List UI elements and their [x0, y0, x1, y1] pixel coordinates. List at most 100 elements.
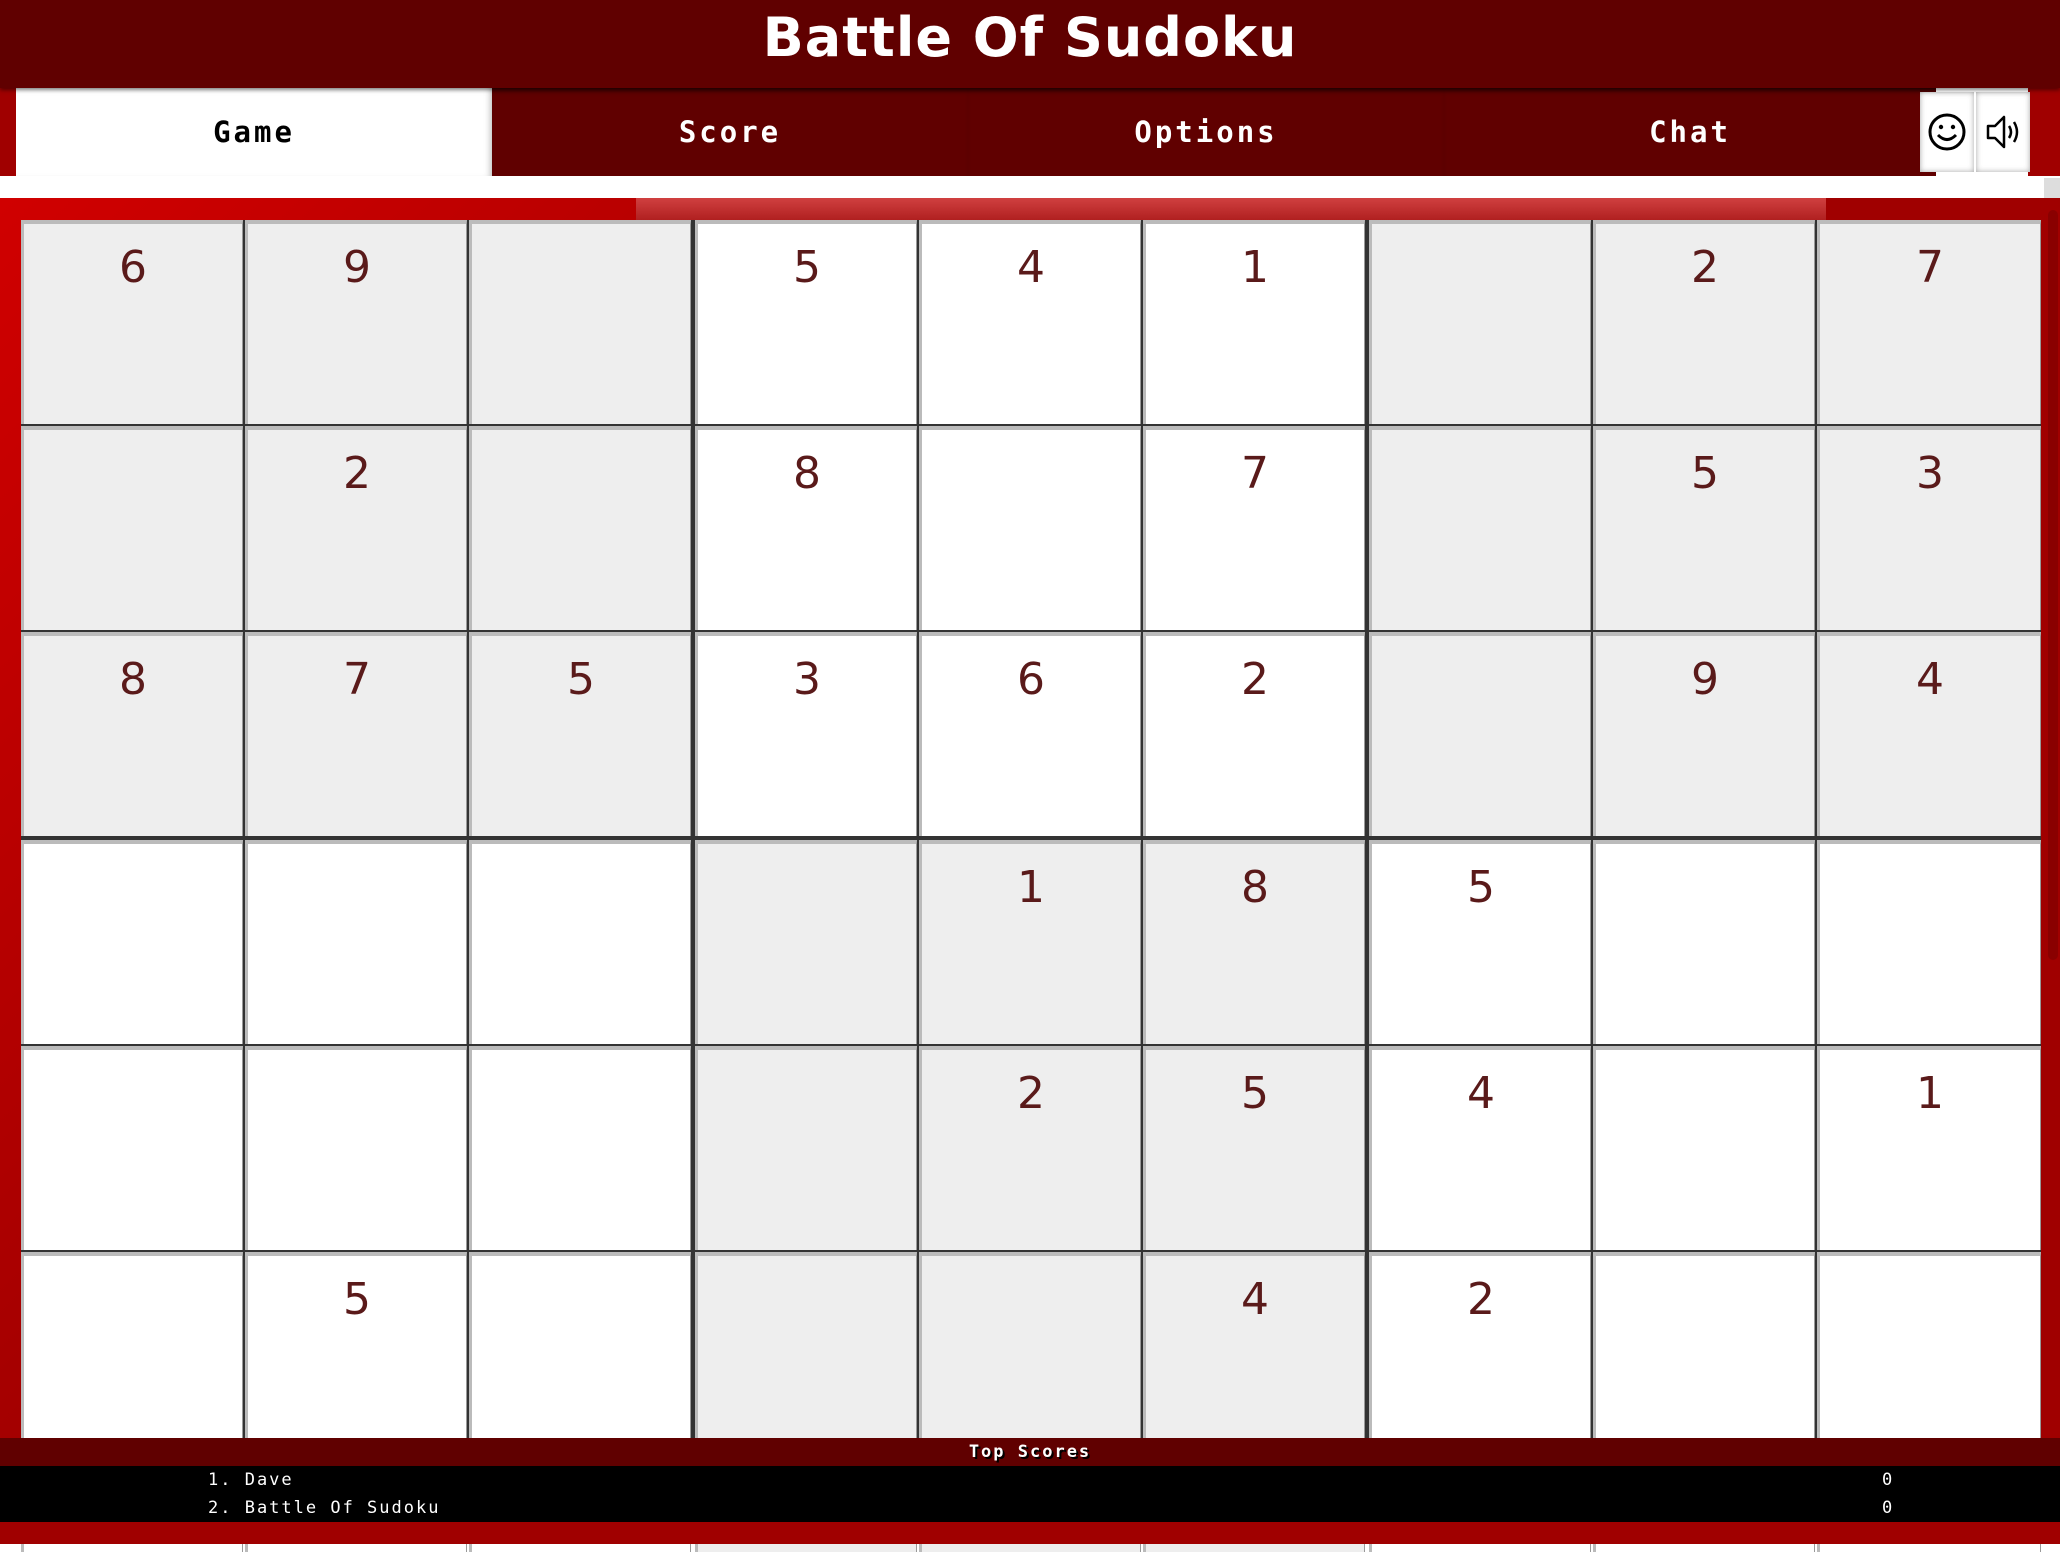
cell-digit: 7	[1241, 448, 1269, 499]
score-value: 0	[1882, 1470, 1895, 1490]
speaker-icon	[1986, 115, 2019, 149]
tab-bar: Game Score Options Chat	[16, 88, 2030, 176]
sudoku-cell[interactable]: 4	[1369, 1046, 1591, 1250]
sudoku-cell[interactable]: 5	[1369, 840, 1591, 1044]
tab-score[interactable]: Score	[492, 88, 968, 176]
sudoku-cell[interactable]: 8	[695, 426, 917, 630]
top-scores-header: Top Scores	[0, 1438, 2060, 1466]
frame-edge-left	[0, 88, 16, 176]
cell-digit: 6	[119, 242, 147, 293]
sudoku-cell[interactable]: 3	[1817, 426, 2041, 630]
sudoku-cell[interactable]: 2	[919, 1046, 1141, 1250]
sudoku-cell[interactable]	[1817, 840, 2041, 1044]
smiley-icon	[1928, 113, 1966, 151]
cell-digit: 9	[343, 242, 371, 293]
sudoku-cell[interactable]: 8	[21, 632, 243, 836]
cell-digit: 1	[1017, 862, 1045, 913]
cell-digit: 2	[1691, 242, 1719, 293]
sudoku-cell[interactable]: 5	[695, 220, 917, 424]
cell-digit: 2	[343, 448, 371, 499]
cell-digit: 9	[1691, 654, 1719, 705]
sudoku-cell[interactable]	[21, 426, 243, 630]
sudoku-cell[interactable]	[245, 1046, 467, 1250]
app-title: Battle Of Sudoku	[762, 6, 1298, 69]
sudoku-cell[interactable]: 3	[695, 632, 917, 836]
cell-digit: 5	[1241, 1068, 1269, 1119]
score-player-name: 1. Dave	[208, 1470, 294, 1490]
sudoku-cell[interactable]	[21, 1046, 243, 1250]
sudoku-cell[interactable]	[469, 426, 691, 630]
sudoku-cell[interactable]	[1369, 426, 1591, 630]
sudoku-cell[interactable]	[1593, 1046, 1815, 1250]
cell-digit: 6	[1017, 654, 1045, 705]
cell-digit: 4	[1916, 654, 1944, 705]
cell-digit: 7	[343, 654, 371, 705]
sudoku-cell[interactable]: 1	[919, 840, 1141, 1044]
sudoku-cell[interactable]	[695, 840, 917, 1044]
tab-chat[interactable]: Chat	[1444, 88, 1936, 176]
sudoku-cell[interactable]: 5	[1593, 426, 1815, 630]
sudoku-cell[interactable]: 7	[245, 632, 467, 836]
cell-digit: 8	[1241, 862, 1269, 913]
cell-digit: 1	[1241, 242, 1269, 293]
sudoku-cell[interactable]: 9	[245, 220, 467, 424]
cell-digit: 8	[793, 448, 821, 499]
cell-digit: 5	[1467, 862, 1495, 913]
score-value: 0	[1882, 1498, 1895, 1518]
sudoku-cell[interactable]	[1369, 632, 1591, 836]
cell-digit: 4	[1017, 242, 1045, 293]
tab-game[interactable]: Game	[16, 88, 492, 176]
frame-edge-right	[2028, 88, 2060, 176]
sudoku-cell[interactable]	[21, 840, 243, 1044]
sudoku-cell[interactable]: 1	[1143, 220, 1365, 424]
cell-digit: 8	[119, 654, 147, 705]
score-row: 1. Dave 0	[0, 1466, 2060, 1494]
score-player-name: 2. Battle Of Sudoku	[208, 1498, 441, 1518]
sudoku-grid: 695412728753875362941852541542	[21, 220, 2041, 1552]
cell-digit: 2	[1241, 654, 1269, 705]
sudoku-cell[interactable]: 5	[469, 632, 691, 836]
sudoku-cell[interactable]	[469, 1046, 691, 1250]
cell-digit: 5	[567, 654, 595, 705]
emoji-button[interactable]	[1920, 92, 1974, 172]
sudoku-cell[interactable]: 1	[1817, 1046, 2041, 1250]
cell-digit: 2	[1017, 1068, 1045, 1119]
tab-options[interactable]: Options	[968, 88, 1444, 176]
sudoku-cell[interactable]	[469, 220, 691, 424]
sudoku-cell[interactable]: 8	[1143, 840, 1365, 1044]
score-row: 2. Battle Of Sudoku 0	[0, 1494, 2060, 1522]
top-scores-title: Top Scores	[968, 1442, 1092, 1462]
frame-highlight	[636, 198, 1826, 220]
top-scores-list: 1. Dave 0 2. Battle Of Sudoku 0	[0, 1466, 2060, 1522]
cell-digit: 4	[1467, 1068, 1495, 1119]
sudoku-cell[interactable]: 6	[919, 632, 1141, 836]
sudoku-cell[interactable]: 9	[1593, 632, 1815, 836]
cell-digit: 5	[1691, 448, 1719, 499]
sudoku-cell[interactable]: 4	[1817, 632, 2041, 836]
sudoku-cell[interactable]: 2	[1143, 632, 1365, 836]
sudoku-cell[interactable]	[1593, 840, 1815, 1044]
sudoku-cell[interactable]	[919, 426, 1141, 630]
top-scores-panel: Top Scores 1. Dave 0 2. Battle Of Sudoku…	[0, 1438, 2060, 1544]
sudoku-cell[interactable]	[695, 1046, 917, 1250]
sudoku-cell[interactable]	[245, 840, 467, 1044]
app-header: Battle Of Sudoku	[0, 0, 2060, 88]
sudoku-cell[interactable]: 5	[1143, 1046, 1365, 1250]
scrollbar-thumb[interactable]	[2048, 210, 2058, 960]
sudoku-cell[interactable]: 4	[919, 220, 1141, 424]
sudoku-cell[interactable]: 2	[245, 426, 467, 630]
top-scores-footer	[0, 1522, 2060, 1544]
sudoku-cell[interactable]: 2	[1593, 220, 1815, 424]
scrollbar-gutter	[2044, 178, 2060, 198]
cell-digit: 5	[793, 242, 821, 293]
sudoku-cell[interactable]: 6	[21, 220, 243, 424]
cell-digit: 1	[1916, 1068, 1944, 1119]
sudoku-cell[interactable]: 7	[1143, 426, 1365, 630]
sudoku-cell[interactable]	[1369, 220, 1591, 424]
sound-toggle-button[interactable]	[1976, 92, 2030, 172]
cell-digit: 3	[793, 654, 821, 705]
sudoku-cell[interactable]	[469, 840, 691, 1044]
cell-digit: 7	[1916, 242, 1944, 293]
cell-digit: 3	[1916, 448, 1944, 499]
sudoku-cell[interactable]: 7	[1817, 220, 2041, 424]
